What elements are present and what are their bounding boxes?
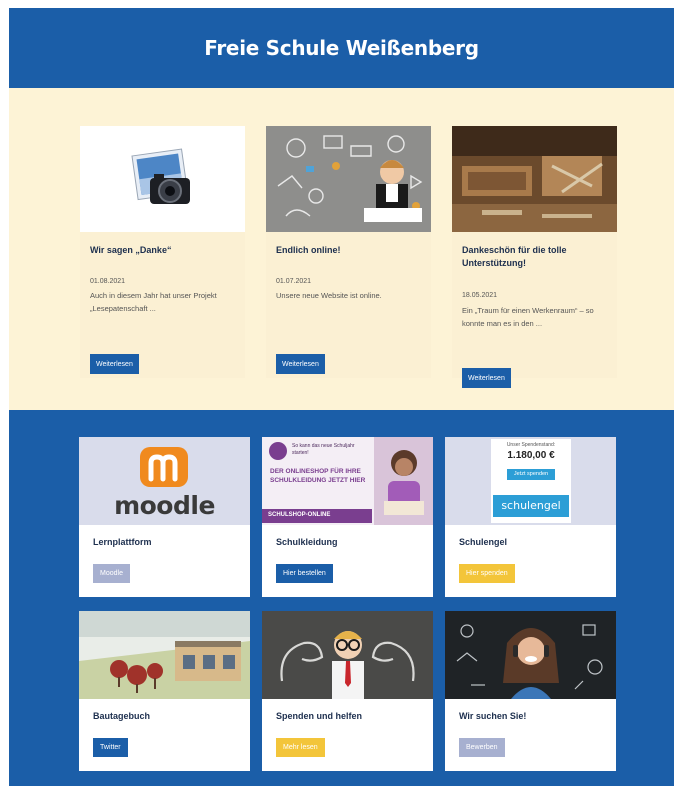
tile-bautagebuch[interactable]: Bautagebuch Twitter <box>79 611 250 771</box>
tile-label: Schulengel <box>459 537 508 547</box>
tile-label: Spenden und helfen <box>276 711 363 721</box>
schulengel-widget: Unser Spendenstand: 1.180,00 € Jetzt spe… <box>445 437 616 525</box>
tile-spenden-und-helfen[interactable]: Spenden und helfen Mehr lesen <box>262 611 433 771</box>
moodle-wordmark: moodle <box>114 491 215 520</box>
read-more-button[interactable]: Weiterlesen <box>462 368 511 388</box>
schulshop-ad: So kann das neue Schuljahr starten! DER … <box>262 437 433 525</box>
news-card: Endlich online! 01.07.2021 Unsere neue W… <box>266 126 431 378</box>
news-title: Endlich online! <box>276 245 341 255</box>
read-more-tile-button[interactable]: Mehr lesen <box>276 738 325 757</box>
tile-lernplattform[interactable]: moodle Lernplattform Moodle <box>79 437 250 597</box>
tile-label: Schulkleidung <box>276 537 338 547</box>
news-card: Dankeschön für die tolle Unterstützung! … <box>452 126 617 388</box>
news-date: 01.08.2021 <box>90 278 126 285</box>
twitter-button[interactable]: Twitter <box>93 738 128 757</box>
news-date: 18.05.2021 <box>462 292 498 299</box>
news-thumbnail-boy-with-doodles <box>266 126 431 232</box>
tile-schulkleidung[interactable]: So kann das neue Schuljahr starten! DER … <box>262 437 433 597</box>
page-frame: Freie Schule Weißenberg Wir sagen „Danke… <box>9 8 674 786</box>
moodle-logo: moodle <box>79 437 250 525</box>
moodle-button[interactable]: Moodle <box>93 564 130 583</box>
tile-wir-suchen-sie[interactable]: Wir suchen Sie! Bewerben <box>445 611 616 771</box>
read-more-button[interactable]: Weiterlesen <box>90 354 139 374</box>
tile-label: Wir suchen Sie! <box>459 711 527 721</box>
news-section: Wir sagen „Danke“ 01.08.2021 Auch in die… <box>9 88 674 410</box>
ad-headline: DER ONLINESHOP FÜR IHRE SCHULKLEIDUNG JE… <box>270 468 366 484</box>
ad-tagline: So kann das neue Schuljahr starten! <box>292 443 355 456</box>
donation-amount: 1.180,00 € <box>507 450 555 461</box>
apply-button[interactable]: Bewerben <box>459 738 505 757</box>
news-thumbnail-workbench-tools <box>452 126 617 232</box>
donate-now-link[interactable]: Jetzt spenden <box>507 469 555 480</box>
news-excerpt: Ein „Traum für einen Werkenraum“ – so ko… <box>462 306 594 328</box>
order-button[interactable]: Hier bestellen <box>276 564 333 583</box>
news-excerpt: Auch in diesem Jahr hat unser Projekt „L… <box>90 291 217 313</box>
read-more-button[interactable]: Weiterlesen <box>276 354 325 374</box>
donation-caption: Unser Spendenstand: <box>506 442 556 448</box>
tile-schulengel[interactable]: Unser Spendenstand: 1.180,00 € Jetzt spe… <box>445 437 616 597</box>
tile-label: Lernplattform <box>93 537 152 547</box>
ad-brand: SCHULSHOP-ONLINE <box>268 512 331 518</box>
news-title: Wir sagen „Danke“ <box>90 245 172 255</box>
news-card: Wir sagen „Danke“ 01.08.2021 Auch in die… <box>80 126 245 378</box>
site-header: Freie Schule Weißenberg <box>9 8 674 88</box>
news-date: 01.07.2021 <box>276 278 312 285</box>
strong-kid-image <box>262 611 433 699</box>
donate-button[interactable]: Hier spenden <box>459 564 515 583</box>
site-title: Freie Schule Weißenberg <box>204 36 479 60</box>
news-thumbnail-camera <box>80 126 245 232</box>
building-render-image <box>79 611 250 699</box>
news-title: Dankeschön für die tolle Unterstützung! <box>462 245 567 268</box>
schulengel-brand: schulengel <box>493 495 569 517</box>
news-excerpt: Unsere neue Website ist online. <box>276 291 382 300</box>
woman-with-headphones-image <box>445 611 616 699</box>
tile-label: Bautagebuch <box>93 711 151 721</box>
